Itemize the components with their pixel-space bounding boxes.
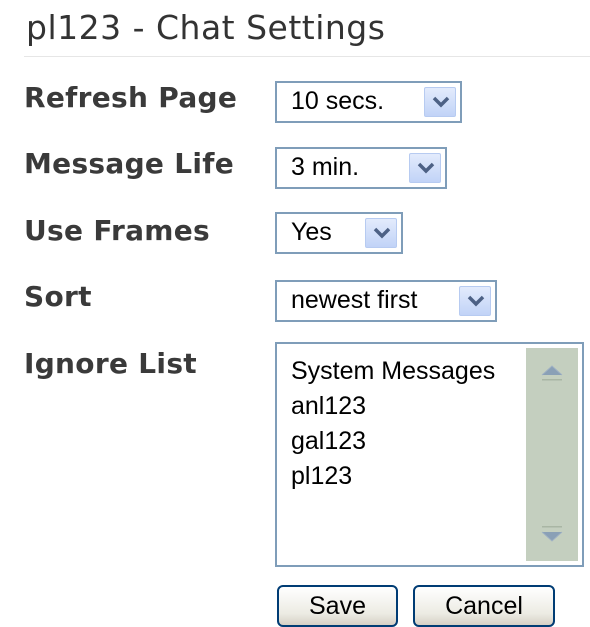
sort-dropdown-button[interactable] [459, 286, 491, 316]
chevron-down-icon [417, 162, 435, 174]
refresh-page-value: 10 secs. [291, 87, 385, 115]
chevron-down-icon [432, 96, 450, 108]
refresh-page-label: Refresh Page [24, 81, 238, 114]
ignore-list-label: Ignore List [24, 347, 197, 380]
list-item[interactable]: System Messages [291, 354, 495, 389]
title-divider [24, 56, 590, 57]
use-frames-label: Use Frames [24, 214, 211, 247]
message-life-label: Message Life [24, 147, 235, 180]
list-item[interactable]: gal123 [291, 424, 495, 459]
ignore-list-listbox[interactable]: System Messages anl123 gal123 pl123 [275, 342, 584, 567]
scroll-down-icon[interactable] [537, 523, 567, 545]
chevron-down-icon [373, 227, 391, 239]
use-frames-select[interactable]: Yes [275, 212, 403, 254]
message-life-dropdown-button[interactable] [409, 153, 441, 183]
save-button[interactable]: Save [277, 585, 398, 627]
sort-label: Sort [24, 280, 92, 313]
use-frames-value: Yes [291, 218, 332, 246]
ignore-list-scrollbar[interactable] [526, 348, 578, 561]
list-item[interactable]: anl123 [291, 389, 495, 424]
refresh-page-dropdown-button[interactable] [424, 87, 456, 117]
chevron-down-icon [467, 295, 485, 307]
message-life-select[interactable]: 3 min. [275, 147, 447, 189]
ignore-list-items: System Messages anl123 gal123 pl123 [291, 354, 495, 494]
cancel-button[interactable]: Cancel [413, 585, 555, 627]
refresh-page-select[interactable]: 10 secs. [275, 81, 462, 123]
scroll-up-icon[interactable] [537, 362, 567, 384]
list-item[interactable]: pl123 [291, 459, 495, 494]
sort-value: newest first [291, 286, 418, 314]
message-life-value: 3 min. [291, 153, 360, 181]
page-title: pl123 - Chat Settings [26, 8, 386, 47]
sort-select[interactable]: newest first [275, 280, 497, 322]
use-frames-dropdown-button[interactable] [365, 218, 397, 248]
